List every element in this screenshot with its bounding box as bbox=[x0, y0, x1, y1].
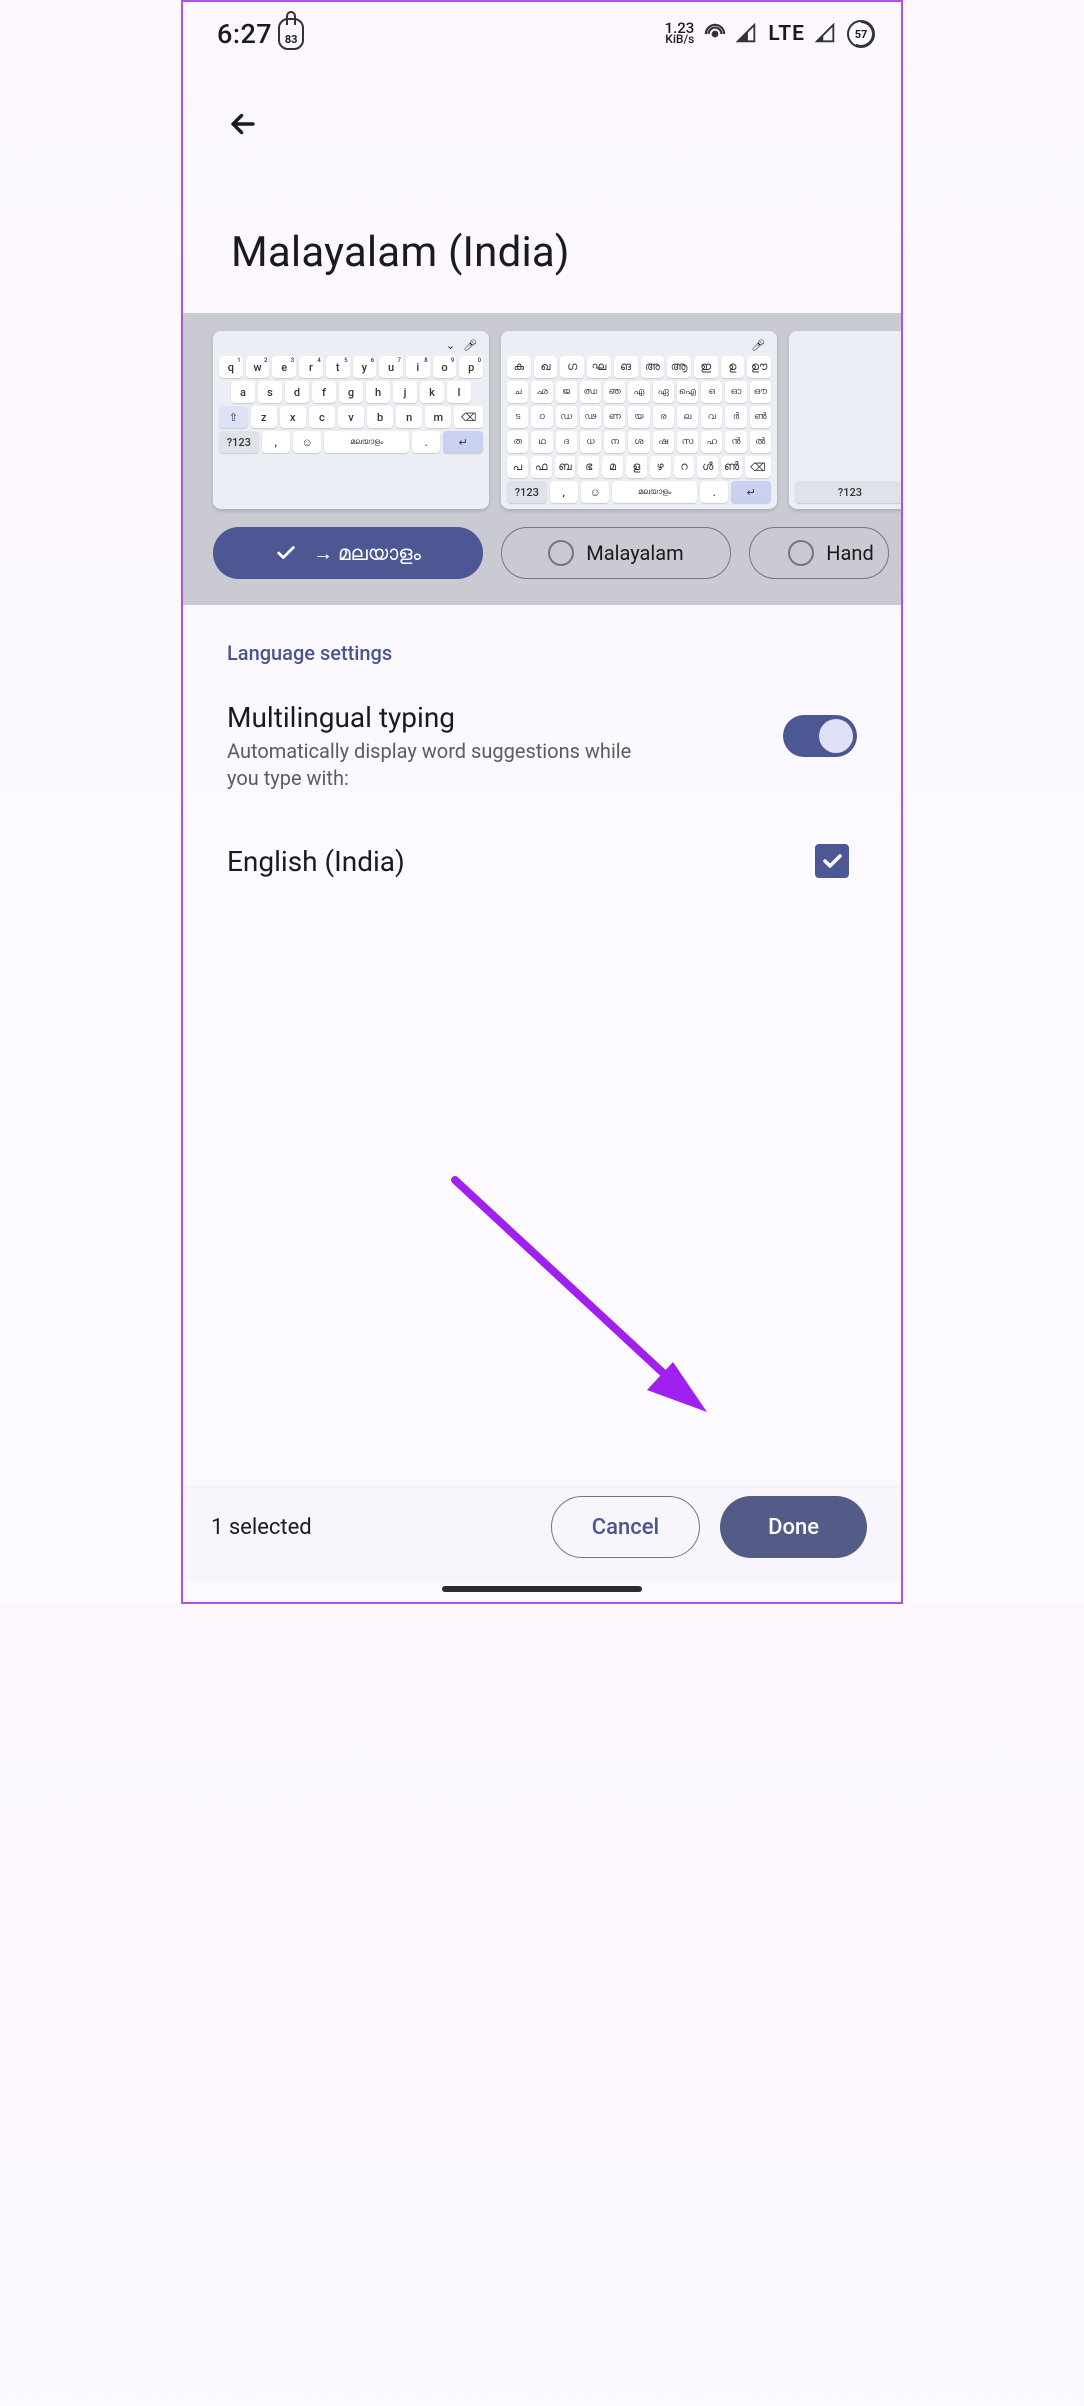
language-checkbox[interactable] bbox=[815, 844, 849, 878]
backspace-key: ⌫ bbox=[745, 456, 771, 478]
cancel-button[interactable]: Cancel bbox=[551, 1496, 700, 1558]
chevron-down-icon: ⌄ bbox=[446, 339, 455, 352]
radio-unchecked-icon bbox=[548, 540, 574, 566]
symbols-key: ?123 bbox=[219, 431, 259, 453]
page-title: Malayalam (India) bbox=[221, 146, 863, 313]
chip-label: → മലയാളം bbox=[313, 541, 421, 566]
keyboard-preview-handwriting[interactable]: ?123 മലയാ bbox=[789, 331, 901, 509]
layout-chip-transliteration[interactable]: → മലയാളം bbox=[213, 527, 483, 579]
shift-key: ⇧ bbox=[219, 406, 248, 428]
arrow-left-icon bbox=[226, 107, 260, 141]
emoji-key: ☺ bbox=[293, 431, 321, 453]
enter-key: ↵ bbox=[443, 431, 483, 453]
status-bar: 6:27 83 1.23 KiB/s LTE 57 bbox=[183, 2, 901, 60]
setting-subtitle: Automatically display word suggestions w… bbox=[227, 738, 667, 792]
lte-label: LTE bbox=[768, 22, 805, 46]
lock-badge-icon: 83 bbox=[278, 18, 304, 50]
layout-chip-malayalam[interactable]: Malayalam bbox=[501, 527, 731, 579]
keyboard-layout-carousel[interactable]: ⌄🎤︎ q1w2e3r4t5y6u7i8o9p0 asdfghjkl ⇧ zxc… bbox=[183, 313, 901, 605]
layout-chip-handwriting[interactable]: Hand bbox=[749, 527, 889, 579]
gesture-nav-bar[interactable] bbox=[442, 1586, 642, 1592]
status-clock: 6:27 bbox=[217, 18, 272, 50]
multilingual-typing-row[interactable]: Multilingual typing Automatically displa… bbox=[227, 691, 857, 814]
key-row: q1w2e3r4t5y6u7i8o9p0 bbox=[219, 356, 483, 378]
setting-title: Multilingual typing bbox=[227, 701, 667, 738]
multilingual-toggle[interactable] bbox=[783, 715, 857, 757]
spacebar: മലയാളം bbox=[612, 481, 697, 503]
keyboard-preview-transliteration[interactable]: ⌄🎤︎ q1w2e3r4t5y6u7i8o9p0 asdfghjkl ⇧ zxc… bbox=[213, 331, 489, 509]
language-row[interactable]: English (India) bbox=[227, 814, 857, 878]
battery-icon: 57 bbox=[847, 20, 875, 48]
section-header: Language settings bbox=[227, 641, 857, 691]
check-icon bbox=[820, 849, 844, 873]
symbols-key: ?123 bbox=[507, 481, 547, 503]
chip-label: Malayalam bbox=[586, 541, 683, 565]
back-button[interactable] bbox=[221, 102, 265, 146]
radio-unchecked-icon bbox=[788, 540, 814, 566]
mic-icon: 🎤︎ bbox=[463, 339, 477, 352]
emoji-key: ☺ bbox=[581, 481, 609, 503]
backspace-key: ⌫ bbox=[454, 406, 483, 428]
selected-count: 1 selected bbox=[211, 1515, 312, 1540]
annotation-arrow bbox=[447, 1172, 727, 1432]
signal-icon bbox=[736, 23, 758, 45]
network-speed: 1.23 KiB/s bbox=[665, 23, 695, 45]
mic-icon: 🎤︎ bbox=[751, 339, 765, 352]
keyboard-preview-native[interactable]: 🎤︎ കഖഗഘങഅആഇഉഊ ചഛജഝഞഎഏഐഒഓഔ ടഠഡഢണയരലവർൺ തഥ… bbox=[501, 331, 777, 509]
signal-icon-2 bbox=[815, 23, 837, 45]
symbols-key: ?123 bbox=[795, 481, 901, 503]
check-icon bbox=[275, 542, 301, 564]
done-button[interactable]: Done bbox=[720, 1496, 867, 1558]
spacebar: മലയാളം bbox=[324, 431, 409, 453]
chip-label: Hand bbox=[826, 541, 873, 565]
enter-key: ↵ bbox=[731, 481, 771, 503]
bottom-action-bar: 1 selected Cancel Done bbox=[183, 1476, 901, 1582]
hotspot-icon bbox=[704, 23, 726, 45]
language-name: English (India) bbox=[227, 845, 405, 878]
